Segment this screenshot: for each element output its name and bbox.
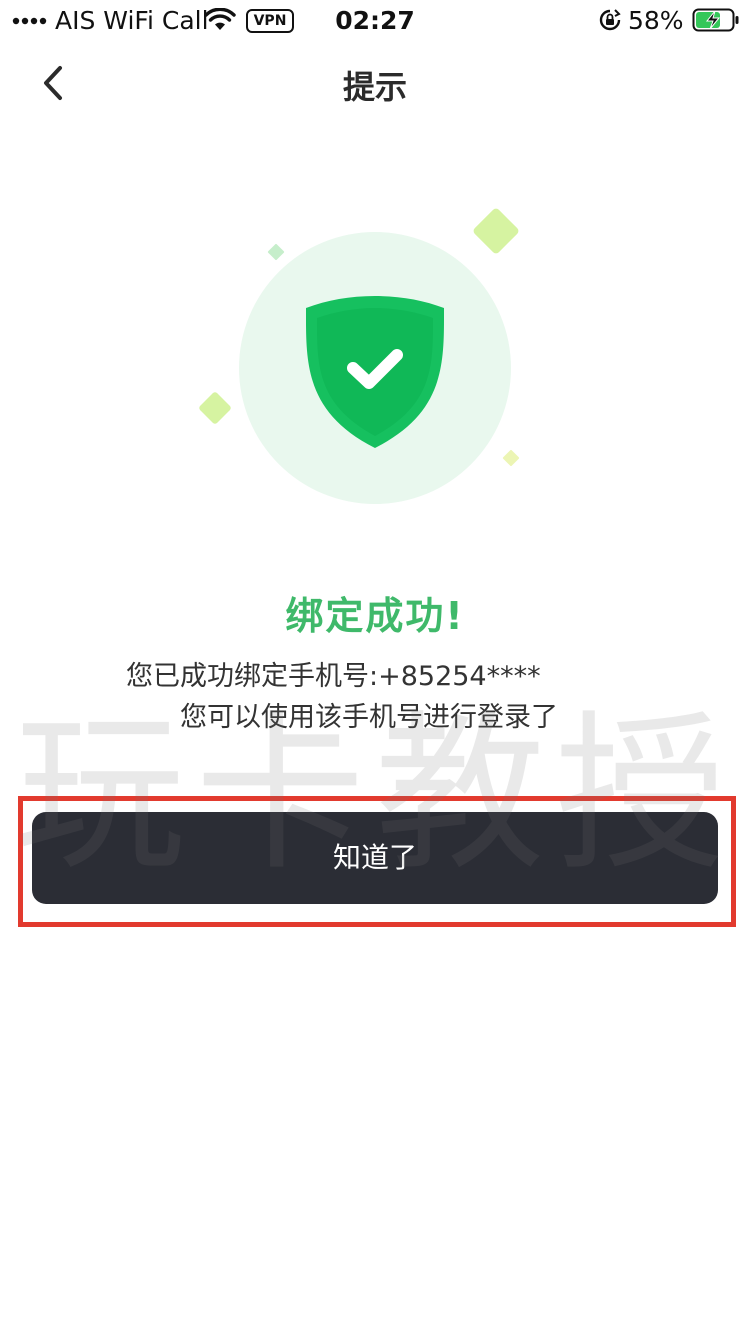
battery-percent: 58% [628,6,684,35]
battery-charging-icon [692,8,739,32]
highlight-box [18,796,736,927]
success-title: 绑定成功! [285,594,465,638]
page-title: 提示 [342,68,407,106]
login-hint-text: 您可以使用该手机号进行登录了 [180,702,558,733]
vpn-badge: VPN [246,9,294,33]
sparkle-diamond [502,449,520,467]
clock: 02:27 [335,6,415,35]
success-illustration [199,208,520,504]
signal-icon [12,17,47,25]
rotation-lock-icon [599,9,621,31]
sparkle-diamond [267,243,285,261]
carrier-name: AIS WiFi Call [55,6,209,35]
sparkle-diamond [473,208,519,254]
wifi-icon [204,8,236,30]
sparkle-diamond [199,392,231,424]
status-bar: AIS WiFi Call VPN 02:27 58% [0,0,750,40]
bound-phone-text: 您已成功绑定手机号:+85254**** [126,661,541,692]
